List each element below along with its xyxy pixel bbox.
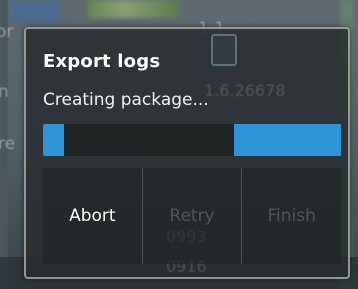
finish-button[interactable]: Finish [242,168,342,264]
export-logs-dialog: 1.6.26678 connection 0993 0916 Export lo… [24,27,350,279]
background-row-label: n [0,82,9,102]
dialog-message: Creating package... [43,90,209,110]
background-map-tile [88,0,180,18]
dialog-button-row: Abort Retry Finish [43,168,342,264]
background-value: 1.6.26678 [204,81,286,100]
focus-highlight [211,34,237,66]
background-row-label: or [0,22,14,42]
retry-button[interactable]: Retry [142,168,243,264]
progress-bar-indeterminate-segment [233,124,341,156]
background-map-tile [10,0,60,22]
abort-button[interactable]: Abort [43,168,143,264]
dialog-title: Export logs [43,51,161,72]
progress-bar-fill [43,124,64,156]
progress-bar [43,124,341,156]
background-row-label: re [0,134,16,154]
